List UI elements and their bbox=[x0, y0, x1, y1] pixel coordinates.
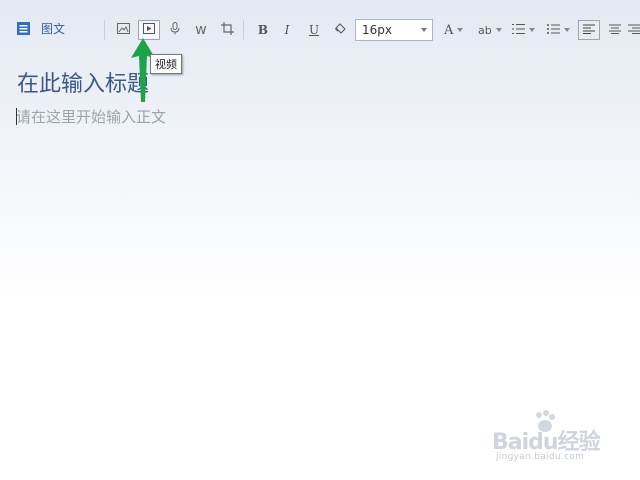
font-color-label: A bbox=[444, 22, 454, 38]
unordered-list-dropdown[interactable] bbox=[547, 20, 570, 40]
chevron-down-icon bbox=[529, 28, 535, 32]
font-size-value: 16px bbox=[362, 23, 392, 37]
highlight-dropdown[interactable]: ab bbox=[478, 20, 502, 40]
eraser-icon bbox=[334, 22, 347, 38]
chevron-down-icon bbox=[564, 28, 570, 32]
align-center-button[interactable] bbox=[604, 20, 626, 40]
bold-label: B bbox=[257, 23, 269, 37]
video-icon bbox=[143, 23, 155, 37]
watermark-sub-text: jingyan.baidu.com bbox=[496, 452, 585, 462]
font-color-dropdown[interactable]: A bbox=[444, 20, 464, 40]
italic-button[interactable]: I bbox=[276, 20, 298, 40]
align-left-icon bbox=[583, 23, 595, 37]
crop-icon bbox=[220, 22, 234, 38]
text-cursor bbox=[16, 108, 17, 125]
document-icon bbox=[17, 22, 31, 35]
body-input[interactable]: 请在这里开始输入正文 bbox=[16, 106, 166, 127]
crop-button[interactable] bbox=[216, 20, 238, 40]
ordered-list-dropdown[interactable] bbox=[512, 20, 535, 40]
word-label: W bbox=[195, 23, 207, 37]
insert-video-button[interactable] bbox=[138, 20, 160, 40]
baidu-watermark: Baidu经验 jingyan.baidu.com bbox=[488, 410, 616, 466]
underline-label: U bbox=[308, 23, 320, 37]
unordered-list-icon bbox=[547, 23, 560, 38]
toolbar-divider bbox=[104, 20, 105, 40]
insert-word-button[interactable]: W bbox=[190, 20, 212, 40]
ordered-list-icon bbox=[512, 23, 525, 38]
align-right-icon bbox=[628, 23, 640, 37]
doc-type-tab[interactable]: 图文 bbox=[17, 20, 65, 37]
font-size-select[interactable]: 16px bbox=[355, 19, 433, 41]
image-icon bbox=[116, 23, 130, 37]
bold-button[interactable]: B bbox=[252, 20, 274, 40]
chevron-down-icon bbox=[495, 28, 502, 32]
doc-type-label: 图文 bbox=[41, 22, 66, 36]
editor-toolbar: 图文 W B I U 16px A ab bbox=[0, 0, 640, 58]
chevron-down-icon bbox=[457, 28, 464, 32]
clear-format-button[interactable] bbox=[329, 20, 351, 40]
insert-audio-button[interactable] bbox=[164, 20, 186, 40]
highlight-label: ab bbox=[478, 23, 492, 37]
align-center-icon bbox=[609, 23, 621, 37]
video-tooltip: 视频 bbox=[150, 54, 182, 74]
align-left-button[interactable] bbox=[578, 20, 600, 40]
chevron-down-icon bbox=[421, 28, 427, 32]
align-right-button[interactable] bbox=[628, 20, 640, 40]
microphone-icon bbox=[170, 22, 180, 38]
underline-button[interactable]: U bbox=[303, 20, 325, 40]
insert-image-button[interactable] bbox=[112, 20, 134, 40]
italic-label: I bbox=[284, 23, 290, 37]
toolbar-divider bbox=[243, 20, 244, 40]
